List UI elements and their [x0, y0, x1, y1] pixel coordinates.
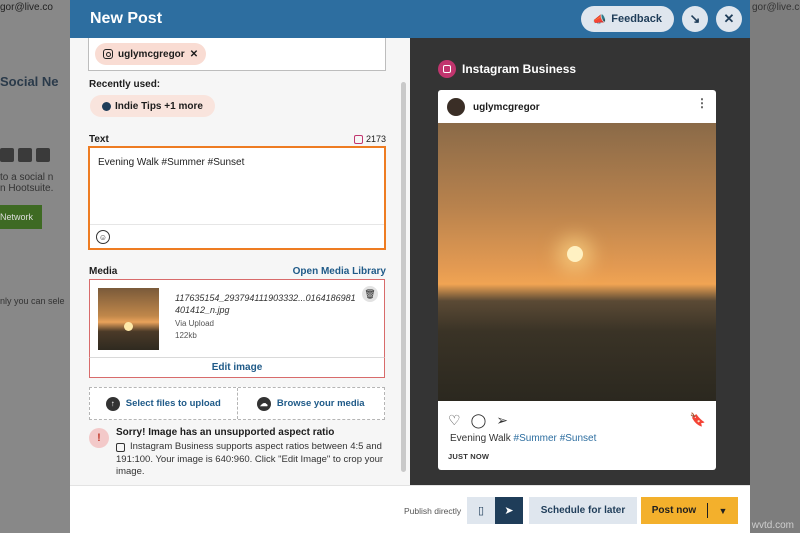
select-files-button[interactable]: ↑ Select files to upload — [90, 388, 237, 419]
media-attachment: 117635154_293794111903332...0164186981 4… — [89, 279, 385, 358]
upload-icon: ↑ — [105, 396, 120, 411]
post-actions: ♡ ◯ ➢ — [448, 412, 508, 429]
modal-title: New Post — [90, 10, 163, 27]
preview-panel: Instagram Business uglymcgregor ⋮ ♡ ◯ ➢ … — [410, 38, 750, 485]
header-actions: 📣 Feedback ↘ ✕ — [580, 6, 742, 32]
warning-title: Sorry! Image has an unsupported aspect r… — [116, 427, 335, 438]
modal-header: New Post 📣 Feedback ↘ ✕ — [70, 0, 750, 38]
megaphone-icon: 📣 — [592, 13, 607, 26]
browse-media-button[interactable]: ☁ Browse your media — [236, 388, 385, 419]
upload-options: ↑ Select files to upload ☁ Browse your m… — [89, 387, 385, 420]
warning-body: Instagram Business supports aspect ratio… — [116, 441, 384, 477]
post-image — [438, 123, 716, 401]
post-user: uglymcgregor — [447, 98, 540, 116]
media-label: Media — [89, 266, 118, 277]
text-toolbar: ☺ — [90, 224, 384, 248]
close-button[interactable]: ✕ — [716, 6, 742, 32]
post-text-value: Evening Walk #Summer #Sunset — [98, 157, 245, 168]
sun-graphic — [567, 246, 583, 262]
mobile-publish-button[interactable]: ▯ — [467, 497, 495, 524]
background-select-text: nly you can sele — [0, 296, 65, 306]
warning-icon: ! — [89, 428, 109, 448]
schedule-for-later-button[interactable]: Schedule for later — [529, 497, 637, 524]
background-network-button: Network — [0, 205, 42, 229]
post-now-button[interactable]: Post now ▼ — [641, 497, 738, 524]
minimize-button[interactable]: ↘ — [682, 6, 708, 32]
media-source: Via Upload — [175, 319, 214, 328]
post-caption: Evening Walk #Summer #Sunset — [450, 433, 597, 444]
instagram-icon — [103, 49, 113, 59]
send-icon: ➤ — [504, 505, 514, 517]
comment-icon: ◯ — [470, 412, 487, 428]
background-network-icons — [0, 148, 50, 162]
selected-account-chip[interactable]: uglymcgregor ✕ — [95, 43, 207, 65]
emoji-icon[interactable]: ☺ — [96, 230, 110, 244]
background-email: gor@live.co — [0, 2, 53, 13]
heart-icon: ♡ — [448, 412, 461, 428]
instagram-icon — [353, 134, 363, 144]
media-size: 122kb — [175, 331, 197, 340]
edit-image-button[interactable]: Edit image — [89, 357, 385, 378]
phone-icon: ▯ — [477, 505, 485, 517]
remove-account-icon[interactable]: ✕ — [190, 49, 198, 60]
linkedin-icon — [18, 148, 32, 162]
publish-mode-toggle: ▯ ➤ — [467, 497, 523, 524]
background-right-panel — [750, 0, 800, 533]
facebook-icon — [102, 101, 111, 111]
youtube-icon — [36, 148, 50, 162]
minimize-icon: ↘ — [689, 11, 701, 26]
account-selector[interactable]: uglymcgregor ✕ — [88, 38, 386, 71]
post-text-input[interactable]: Evening Walk #Summer #Sunset ☺ — [88, 146, 386, 250]
bookmark-icon: 🔖 — [689, 412, 706, 427]
cloud-icon: ☁ — [256, 396, 271, 411]
background-email-right: gor@live.co. — [752, 2, 800, 13]
background-connect-text: to a social n n Hootsuite. — [0, 172, 54, 194]
open-media-library-link[interactable]: Open Media Library — [293, 266, 386, 277]
avatar — [447, 98, 465, 116]
preview-header: Instagram Business — [438, 60, 576, 78]
background-left-panel: gor@live.co Social Ne to a social n n Ho… — [0, 0, 70, 533]
compose-panel: uglymcgregor ✕ Recently used: Indie Tips… — [70, 38, 410, 485]
text-label: Text — [89, 134, 109, 145]
instagram-post-preview: uglymcgregor ⋮ ♡ ◯ ➢ 🔖 Evening Walk #Sum… — [438, 90, 716, 470]
character-count: 2173 — [353, 134, 386, 144]
account-name: uglymcgregor — [118, 48, 185, 60]
recently-used-label: Recently used: — [89, 79, 161, 90]
media-thumbnail — [98, 288, 159, 350]
recent-accounts-chip[interactable]: Indie Tips +1 more — [90, 95, 215, 117]
media-filename: 117635154_293794111903332...0164186981 4… — [175, 293, 356, 315]
watermark: wvtd.com — [751, 520, 794, 531]
close-icon: ✕ — [723, 11, 735, 26]
modal-footer: Publish directly ▯ ➤ Schedule for later … — [70, 485, 750, 533]
publish-label: Publish directly — [404, 506, 462, 516]
chevron-down-icon[interactable]: ▼ — [708, 506, 738, 516]
compose-scrollbar[interactable] — [401, 82, 406, 472]
feedback-button[interactable]: 📣 Feedback — [580, 6, 674, 32]
direct-publish-button[interactable]: ➤ — [495, 497, 523, 524]
background-social-heading: Social Ne — [0, 74, 59, 89]
more-options-icon: ⋮ — [696, 96, 708, 110]
sun-graphic — [124, 322, 133, 331]
new-post-modal: New Post 📣 Feedback ↘ ✕ uglymcgregor ✕ R… — [70, 0, 750, 533]
post-timestamp: JUST NOW — [448, 452, 490, 461]
share-icon: ➢ — [496, 412, 508, 428]
instagram-icon — [438, 60, 456, 78]
trash-icon[interactable]: 🗑 — [362, 286, 378, 302]
instagram-icon — [0, 148, 14, 162]
